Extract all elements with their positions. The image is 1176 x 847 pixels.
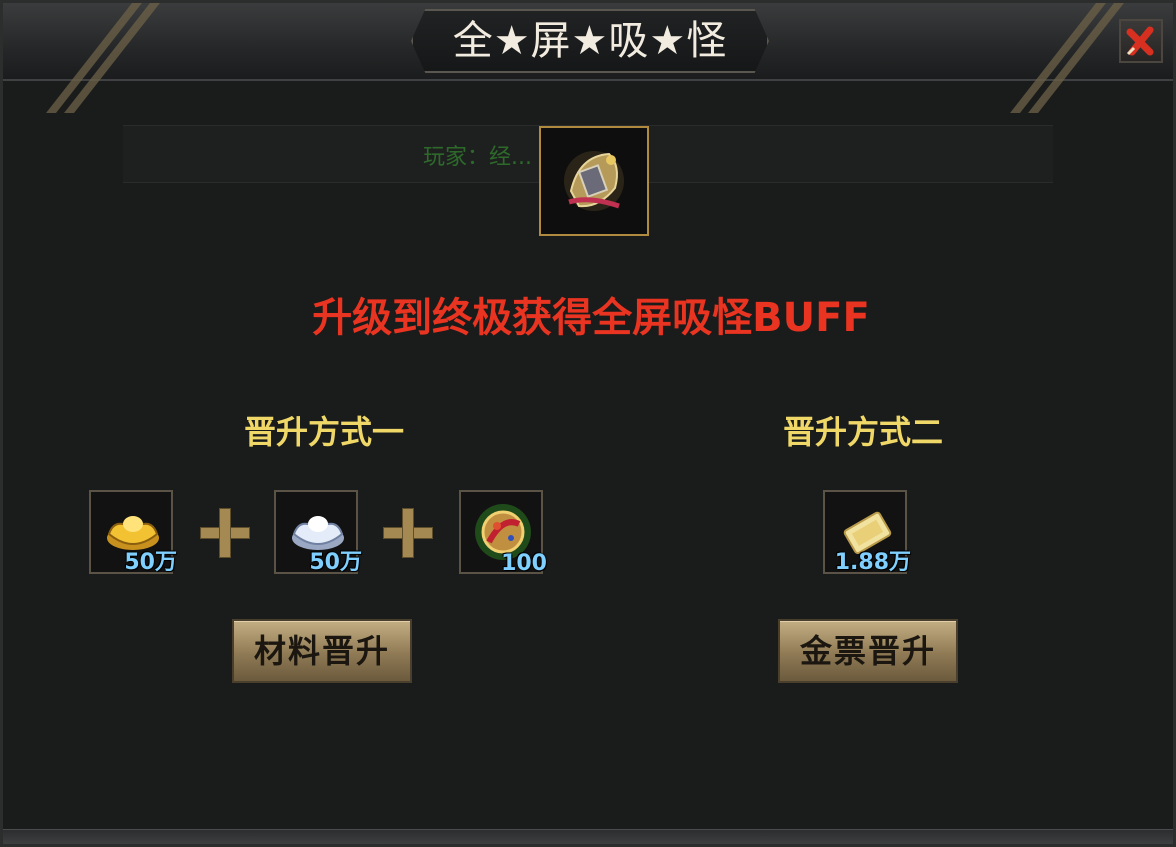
title-decoration xyxy=(1010,3,1106,113)
notice-text: 玩家：经... xyxy=(423,145,532,170)
material-slot-gold-ticket[interactable]: 1.88万 xyxy=(823,490,911,575)
title-decoration xyxy=(1028,3,1124,113)
method-one-title: 晋升方式一 xyxy=(243,413,404,451)
material-slot-orb[interactable]: 100 xyxy=(459,490,547,576)
plus-icon xyxy=(200,508,250,558)
gold-ticket-upgrade-button[interactable]: 金票晋升 xyxy=(778,619,958,683)
window-title: 全★屏★吸★怪 xyxy=(452,18,728,64)
close-icon xyxy=(1126,26,1154,56)
material-slot-gold-ingot[interactable]: 50万 xyxy=(89,490,177,575)
material-slot-silver-ingot[interactable]: 50万 xyxy=(274,490,362,575)
dialog-window: 全★屏★吸★怪 玩家：经... 升级到终极获得全屏吸怪BUFF 晋升方式一 50… xyxy=(0,0,1176,847)
material-count: 50万 xyxy=(124,550,177,575)
plus-icon xyxy=(383,508,433,558)
material-count: 1.88万 xyxy=(834,550,911,575)
title-decoration xyxy=(46,3,142,113)
material-count: 50万 xyxy=(309,550,362,575)
treasure-item-icon xyxy=(564,151,624,211)
upgrade-headline: 升级到终极获得全屏吸怪BUFF xyxy=(312,295,870,341)
method-two-title: 晋升方式二 xyxy=(782,413,943,451)
buff-item-slot[interactable] xyxy=(539,126,649,236)
material-count: 100 xyxy=(501,551,547,576)
title-decoration xyxy=(64,3,160,113)
material-upgrade-button[interactable]: 材料晋升 xyxy=(232,619,412,683)
title-bar: 全★屏★吸★怪 xyxy=(3,3,1173,113)
close-button[interactable] xyxy=(1119,19,1163,63)
window-footer xyxy=(3,829,1173,844)
